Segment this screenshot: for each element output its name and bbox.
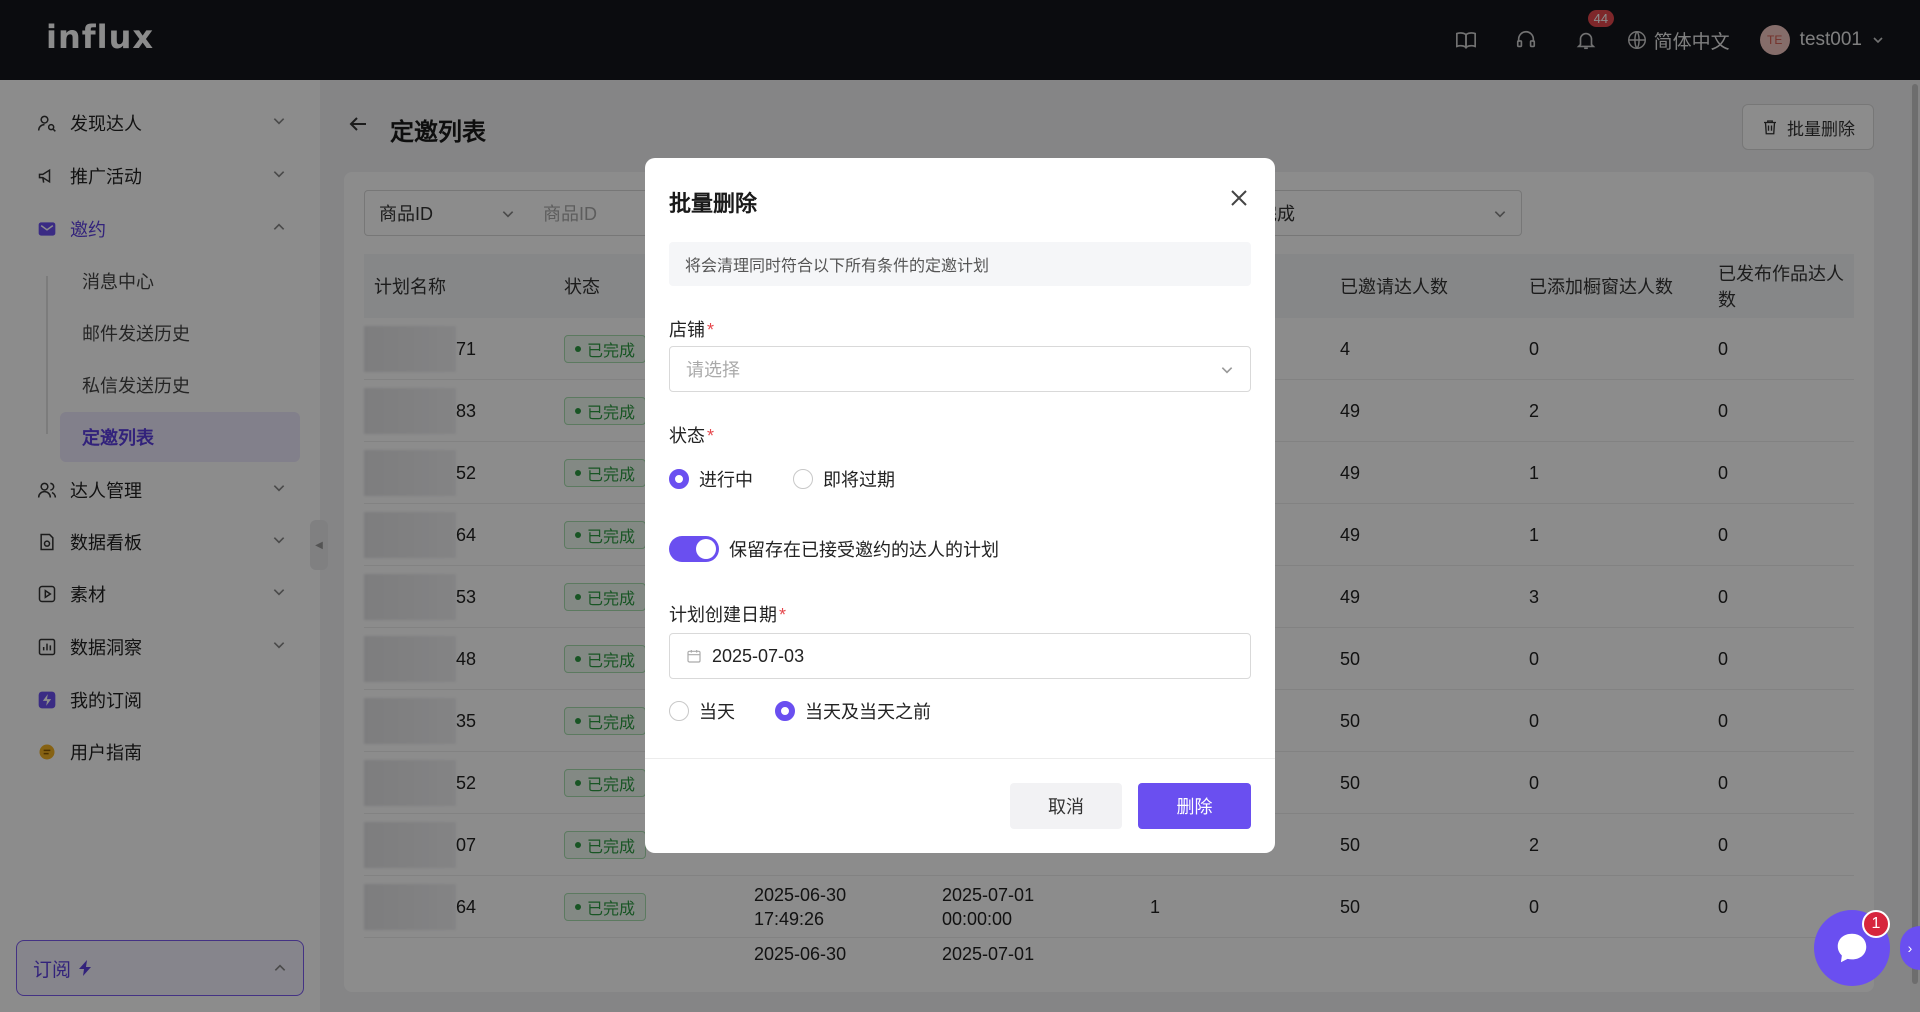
keep-accepted-toggle[interactable] xyxy=(669,536,719,562)
toggle-label: 保留存在已接受邀约的达人的计划 xyxy=(729,540,999,560)
calendar-icon xyxy=(687,650,701,663)
chat-bubble-icon xyxy=(1837,933,1867,963)
store-select[interactable]: 请选择 xyxy=(669,346,1251,392)
date-label: 计划创建日期 * xyxy=(669,605,787,625)
store-label: 店铺 * xyxy=(669,320,715,340)
bulk-delete-dialog: 批量删除 将会清理同时符合以下所有条件的定邀计划 店铺 * 请选择 状态 * 进行中… xyxy=(645,158,1275,853)
dialog-divider xyxy=(645,758,1275,759)
dialog-title: 批量删除 xyxy=(669,191,758,216)
date-scope-radio-group: 当天 当天及当天之前 xyxy=(669,698,931,724)
status-label: 状态 * xyxy=(669,426,715,446)
dialog-notice: 将会清理同时符合以下所有条件的定邀计划 xyxy=(669,242,1251,286)
chevron-down-icon xyxy=(1221,367,1233,374)
date-scope-radio-same-day[interactable]: 当天 xyxy=(669,698,735,724)
cancel-button[interactable]: 取消 xyxy=(1010,783,1122,829)
store-placeholder: 请选择 xyxy=(686,360,740,380)
status-radio-group: 进行中 即将过期 xyxy=(669,466,895,492)
date-scope-radio-on-or-before[interactable]: 当天及当天之前 xyxy=(775,698,931,724)
chat-unread-badge: 1 xyxy=(1862,910,1890,938)
status-radio-expiring[interactable]: 即将过期 xyxy=(793,466,895,492)
date-picker-input[interactable]: 2025-07-03 xyxy=(669,633,1251,679)
close-icon[interactable] xyxy=(1227,186,1251,210)
status-radio-in-progress[interactable]: 进行中 xyxy=(669,466,753,492)
delete-button[interactable]: 删除 xyxy=(1138,783,1251,829)
keep-accepted-toggle-row: 保留存在已接受邀约的达人的计划 xyxy=(669,536,999,562)
date-value: 2025-07-03 xyxy=(712,645,805,666)
